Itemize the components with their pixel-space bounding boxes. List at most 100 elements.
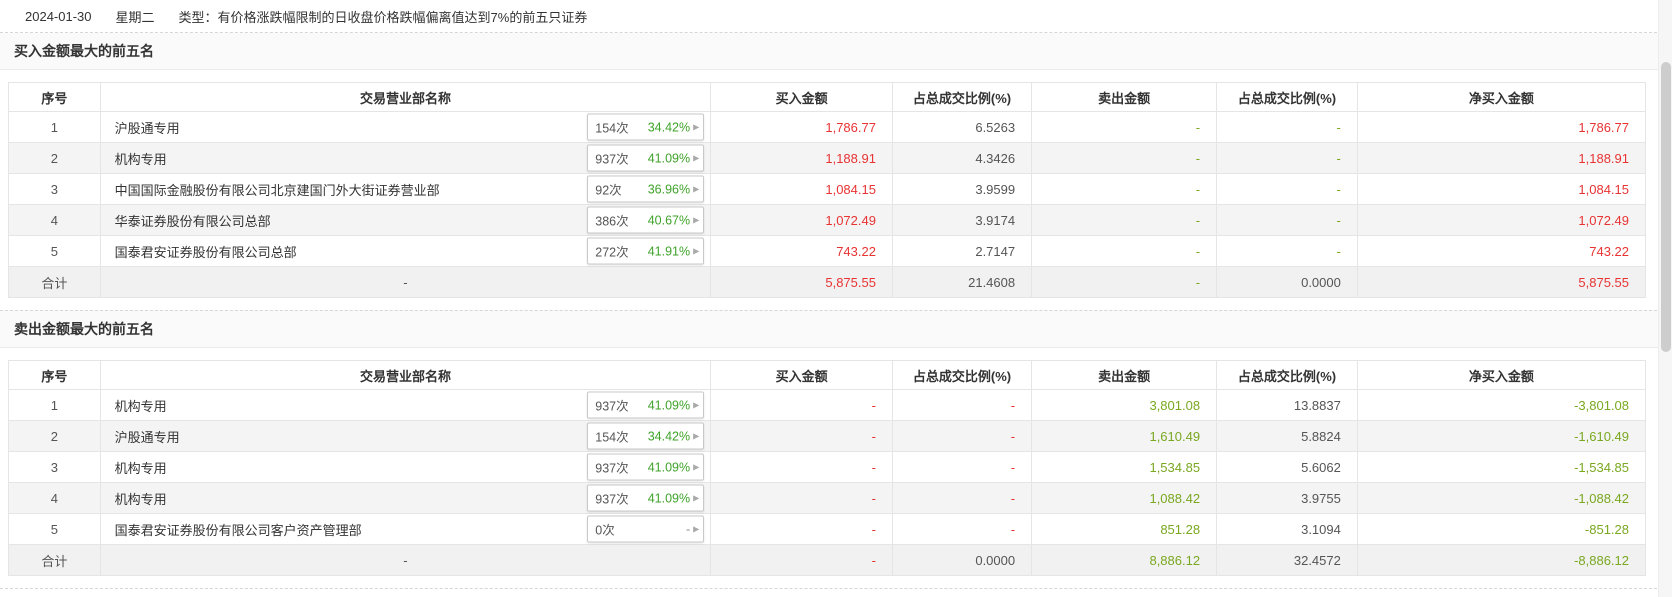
total-name: -: [99, 544, 712, 576]
sell-table-header: 序号 交易营业部名称 买入金额 占总成交比例(%) 卖出金额 占总成交比例(%)…: [8, 360, 1647, 390]
table-row: 5 国泰君安证券股份有限公司总部 272次 41.91% ▶ 743.22 2.71…: [8, 235, 1647, 267]
buy-amount: 5,875.55: [710, 266, 893, 298]
buy-ratio: -: [891, 389, 1033, 421]
sell-amount: -: [1031, 204, 1218, 236]
table-row: 5 国泰君安证券股份有限公司客户资产管理部 0次 - ▶ - - 851.28 3.…: [8, 513, 1647, 545]
section-title-buy: 买入金额最大的前五名: [0, 33, 1672, 70]
sell-ratio: 32.4572: [1216, 544, 1358, 576]
chevron-right-icon: ▶: [693, 400, 700, 409]
total-row: 合计 - - 0.0000 8,886.12 32.4572 -8,886.12: [8, 544, 1647, 576]
chevron-right-icon: ▶: [693, 493, 700, 502]
buy-amount: -: [710, 513, 893, 545]
net-buy-amount: -8,886.12: [1356, 544, 1647, 576]
col-sell-ratio: 占总成交比例(%): [1216, 360, 1358, 390]
net-buy-amount: -1,534.85: [1356, 451, 1647, 483]
sell-ratio: 3.9755: [1216, 482, 1358, 514]
type-line: 类型：有价格涨跌幅限制的日收盘价格跌幅偏离值达到7%的前五只证券: [179, 7, 588, 26]
rank-count-badge[interactable]: 272次 41.91% ▶: [587, 237, 705, 265]
sell-ratio: 0.0000: [1216, 266, 1358, 298]
row-no: 4: [8, 482, 101, 514]
col-buy-ratio: 占总成交比例(%): [891, 82, 1033, 112]
table-row: 1 机构专用 937次 41.09% ▶ - - 3,801.08 13.8837 …: [8, 389, 1647, 421]
row-no: 5: [8, 513, 101, 545]
bottom-divider: [0, 588, 1672, 589]
col-branch-name: 交易营业部名称: [99, 82, 712, 112]
buy-ratio: 4.3426: [891, 142, 1033, 174]
row-no: 3: [8, 451, 101, 483]
buy-amount: 1,084.15: [710, 173, 893, 205]
buy-table: 序号 交易营业部名称 买入金额 占总成交比例(%) 卖出金额 占总成交比例(%)…: [8, 82, 1647, 298]
rank-count-badge[interactable]: 937次 41.09% ▶: [587, 391, 705, 419]
chevron-right-icon: ▶: [693, 153, 700, 162]
buy-amount: -: [710, 420, 893, 452]
row-no: 5: [8, 235, 101, 267]
col-sell-ratio: 占总成交比例(%): [1216, 82, 1358, 112]
net-buy-amount: 1,188.91: [1356, 142, 1647, 174]
col-net-buy: 净买入金额: [1356, 360, 1647, 390]
buy-table-wrap: 序号 交易营业部名称 买入金额 占总成交比例(%) 卖出金额 占总成交比例(%)…: [8, 82, 1647, 298]
buy-table-header: 序号 交易营业部名称 买入金额 占总成交比例(%) 卖出金额 占总成交比例(%)…: [8, 82, 1647, 112]
buy-ratio: 2.7147: [891, 235, 1033, 267]
row-no: 2: [8, 420, 101, 452]
sell-amount: -: [1031, 173, 1218, 205]
total-row: 合计 - 5,875.55 21.4608 - 0.0000 5,875.55: [8, 266, 1647, 298]
net-buy-amount: -1,610.49: [1356, 420, 1647, 452]
vertical-scrollbar: [1658, 0, 1672, 597]
total-label: 合计: [8, 544, 101, 576]
sell-amount: -: [1031, 266, 1218, 298]
buy-amount: 1,786.77: [710, 111, 893, 143]
rank-count-badge[interactable]: 154次 34.42% ▶: [587, 113, 705, 141]
scrollbar-thumb[interactable]: [1661, 62, 1671, 352]
rank-count-badge[interactable]: 937次 41.09% ▶: [587, 484, 705, 512]
weekday-label: 星期二: [115, 9, 155, 25]
buy-ratio: -: [891, 420, 1033, 452]
branch-name: 沪股通专用: [114, 120, 180, 136]
sell-amount: 3,801.08: [1031, 389, 1218, 421]
buy-amount: 743.22: [710, 235, 893, 267]
date-label: 2024-01-30: [25, 8, 92, 24]
sell-amount: -: [1031, 142, 1218, 174]
table-row: 2 沪股通专用 154次 34.42% ▶ - - 1,610.49 5.8824 …: [8, 420, 1647, 452]
sell-amount: 1,534.85: [1031, 451, 1218, 483]
rank-count-badge[interactable]: 0次 - ▶: [587, 515, 705, 543]
rank-count-badge[interactable]: 92次 36.96% ▶: [587, 175, 705, 203]
rank-count-badge[interactable]: 937次 41.09% ▶: [587, 453, 705, 481]
table-row: 4 机构专用 937次 41.09% ▶ - - 1,088.42 3.9755 -…: [8, 482, 1647, 514]
branch-name: 机构专用: [114, 151, 167, 167]
sell-ratio: 13.8837: [1216, 389, 1358, 421]
table-row: 3 机构专用 937次 41.09% ▶ - - 1,534.85 5.6062 -…: [8, 451, 1647, 483]
sell-amount: 1,610.49: [1031, 420, 1218, 452]
col-buy-amount: 买入金额: [710, 360, 893, 390]
sell-table: 序号 交易营业部名称 买入金额 占总成交比例(%) 卖出金额 占总成交比例(%)…: [8, 360, 1647, 576]
rank-count-badge[interactable]: 937次 41.09% ▶: [587, 144, 705, 172]
buy-amount: -: [710, 482, 893, 514]
row-no: 1: [8, 111, 101, 143]
buy-ratio: 0.0000: [891, 544, 1033, 576]
branch-name: 沪股通专用: [114, 429, 180, 445]
rank-count-badge[interactable]: 154次 34.42% ▶: [587, 422, 705, 450]
buy-ratio: 21.4608: [891, 266, 1033, 298]
buy-ratio: -: [891, 451, 1033, 483]
branch-name: 华泰证券股份有限公司总部: [114, 213, 271, 229]
chevron-right-icon: ▶: [693, 122, 700, 131]
type-text: 有价格涨跌幅限制的日收盘价格跌幅偏离值达到7%的前五只证券: [217, 9, 588, 25]
col-branch-name: 交易营业部名称: [99, 360, 712, 390]
type-label: 类型：: [178, 9, 218, 25]
col-seq: 序号: [8, 82, 101, 112]
buy-ratio: 6.5263: [891, 111, 1033, 143]
sell-ratio: -: [1216, 142, 1358, 174]
rank-count-badge[interactable]: 386次 40.67% ▶: [587, 206, 705, 234]
sell-ratio: 5.8824: [1216, 420, 1358, 452]
branch-name: 国泰君安证券股份有限公司客户资产管理部: [114, 522, 362, 538]
col-net-buy: 净买入金额: [1356, 82, 1647, 112]
net-buy-amount: 1,072.49: [1356, 204, 1647, 236]
row-no: 1: [8, 389, 101, 421]
net-buy-amount: -851.28: [1356, 513, 1647, 545]
net-buy-amount: 5,875.55: [1356, 266, 1647, 298]
net-buy-amount: 743.22: [1356, 235, 1647, 267]
chevron-right-icon: ▶: [693, 184, 700, 193]
branch-name: 机构专用: [114, 398, 167, 414]
buy-amount: -: [710, 389, 893, 421]
net-buy-amount: 1,786.77: [1356, 111, 1647, 143]
sell-ratio: 3.1094: [1216, 513, 1358, 545]
